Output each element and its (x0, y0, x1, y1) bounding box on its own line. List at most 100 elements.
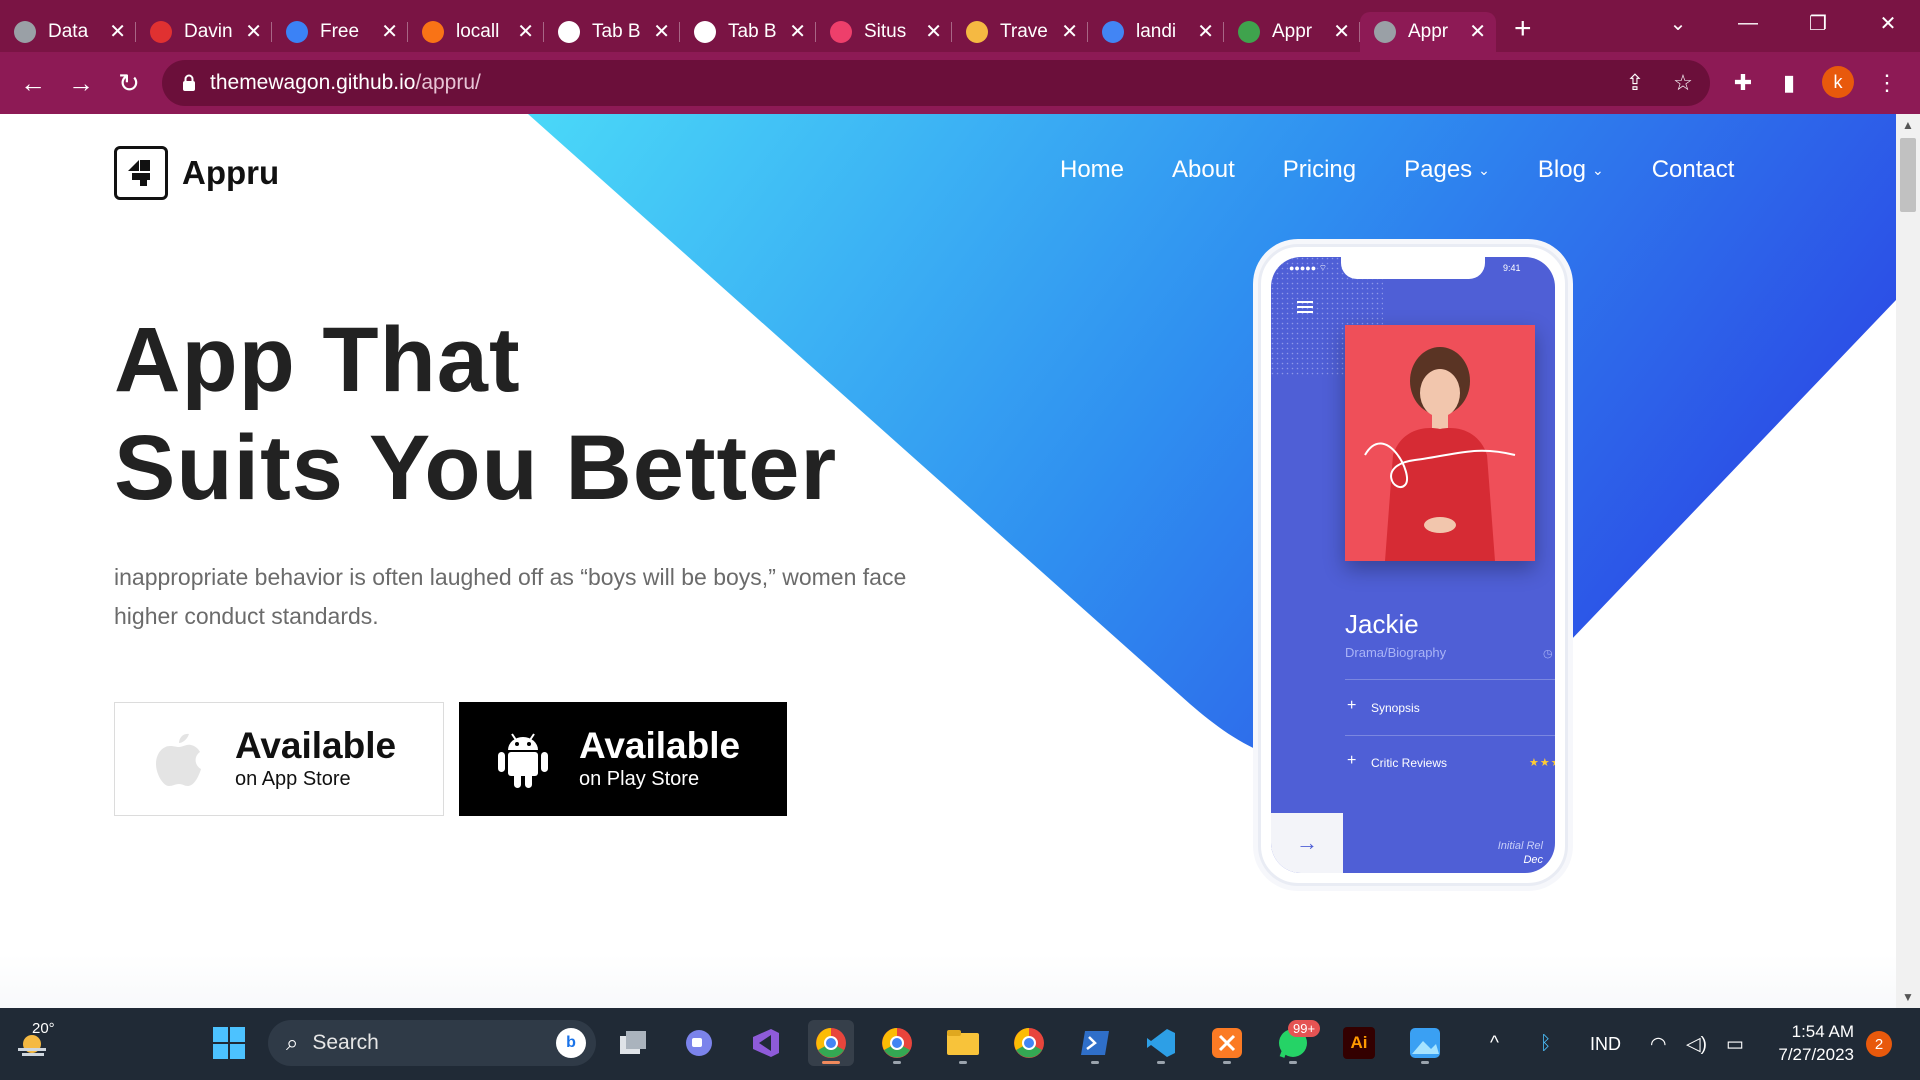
share-icon[interactable]: ⇪ (1618, 66, 1652, 100)
menu-icon[interactable]: ⋮ (1870, 66, 1904, 100)
release-value: Dec (1523, 854, 1543, 866)
clock-time: 1:54 AM (1791, 1022, 1854, 1041)
tray-overflow-icon[interactable]: ^ (1490, 1008, 1499, 1080)
minimize-icon[interactable]: — (1718, 0, 1778, 46)
new-tab-button[interactable]: + (1514, 12, 1532, 46)
wifi-icon[interactable]: ◠ (1650, 1008, 1667, 1080)
headline-line-1: App That (114, 309, 521, 411)
tab-title: Appr (1272, 21, 1313, 42)
nav-about[interactable]: About (1172, 156, 1235, 184)
tab-close-icon[interactable]: ✕ (109, 22, 126, 42)
tab-close-icon[interactable]: ✕ (245, 22, 262, 42)
illustrator-icon[interactable]: Ai (1336, 1020, 1382, 1066)
tab-title: Situs (864, 21, 907, 42)
browser-tab[interactable]: Free ✕ (272, 12, 408, 52)
address-bar[interactable]: themewagon.github.io/appru/ (162, 60, 1710, 106)
scroll-down-icon[interactable]: ▼ (1902, 990, 1914, 1004)
clock[interactable]: 1:54 AM 7/27/2023 (1768, 1020, 1854, 1066)
nav-home[interactable]: Home (1060, 156, 1124, 184)
tab-close-icon[interactable]: ✕ (1333, 22, 1350, 42)
side-panel-icon[interactable]: ▮ (1772, 66, 1806, 100)
tab-title: Trave (1000, 21, 1048, 42)
nav-pricing[interactable]: Pricing (1283, 156, 1356, 184)
extensions-icon[interactable]: ✚ (1726, 66, 1760, 100)
browser-tab[interactable]: Davin ✕ (136, 12, 272, 52)
browser-tab[interactable]: Appr ✕ (1360, 12, 1496, 52)
chrome-icon[interactable] (1006, 1020, 1052, 1066)
nav-blog[interactable]: Blog ⌄ (1538, 156, 1604, 184)
browser-tab[interactable]: landi ✕ (1088, 12, 1224, 52)
chrome-profile-K-icon[interactable] (874, 1020, 920, 1066)
nav-label: Pricing (1282, 156, 1357, 183)
battery-icon[interactable]: ▭ (1726, 1008, 1744, 1080)
back-icon[interactable]: ← (14, 64, 52, 102)
notification-badge[interactable]: 2 (1866, 1031, 1892, 1057)
reload-icon[interactable]: ↻ (110, 64, 148, 102)
app-store-button[interactable]: Available on App Store (114, 702, 444, 816)
language-indicator[interactable]: IND (1590, 1008, 1621, 1080)
browser-tab[interactable]: Appr ✕ (1224, 12, 1360, 52)
main-nav: Home About Pricing Pages ⌄ Blog ⌄ Contact (1060, 156, 1782, 184)
forward-icon[interactable]: → (62, 64, 100, 102)
bluetooth-icon[interactable]: ᛒ (1540, 1008, 1551, 1080)
davinci-icon (150, 21, 172, 43)
task-view-icon[interactable] (610, 1020, 656, 1066)
vscode-icon[interactable] (1138, 1020, 1184, 1066)
browser-tab[interactable]: Situs ✕ (816, 12, 952, 52)
xampp-icon[interactable] (1204, 1020, 1250, 1066)
file-explorer-icon[interactable] (940, 1020, 986, 1066)
nav-label: Pages (1404, 156, 1473, 183)
close-window-icon[interactable]: ✕ (1858, 0, 1918, 46)
globe-icon (14, 21, 36, 43)
browser-tab[interactable]: Trave ✕ (952, 12, 1088, 52)
tab-search-icon[interactable]: ⌄ (1648, 0, 1708, 46)
android-icon (493, 729, 553, 789)
scrollbar-thumb[interactable] (1900, 138, 1916, 212)
tab-title: locall (456, 21, 500, 42)
clock-date: 7/27/2023 (1778, 1045, 1854, 1064)
browser-tab[interactable]: Tab B ✕ (544, 12, 680, 52)
movie-genre: Drama/Biography (1345, 645, 1447, 660)
tab-close-icon[interactable]: ✕ (1469, 22, 1486, 42)
page-scrollbar[interactable]: ▲ ▼ (1896, 114, 1920, 1008)
active-indicator (822, 1061, 840, 1064)
taskbar-search[interactable]: ⌕ Search b (268, 1020, 596, 1066)
profile-avatar[interactable]: k (1822, 66, 1854, 98)
tab-close-icon[interactable]: ✕ (653, 22, 670, 42)
browser-tab[interactable]: Tab B ✕ (680, 12, 816, 52)
running-indicator (1421, 1061, 1429, 1064)
windows-start-icon[interactable] (206, 1020, 252, 1066)
critic-reviews-row: Critic Reviews (1371, 756, 1448, 770)
tab-close-icon[interactable]: ✕ (1197, 22, 1214, 42)
scroll-up-icon[interactable]: ▲ (1902, 118, 1914, 132)
browser-tab[interactable]: Data ✕ (0, 12, 136, 52)
tab-strip: Data ✕ Davin ✕ Free ✕ locall ✕ Tab B ✕ Tab B ✕ Situs… (0, 0, 1920, 52)
url-path: /appru/ (415, 71, 481, 94)
visual-studio-icon[interactable] (742, 1020, 788, 1066)
tab-title: Appr (1408, 21, 1449, 42)
teams-chat-icon[interactable] (676, 1020, 722, 1066)
tab-close-icon[interactable]: ✕ (789, 22, 806, 42)
play-store-button[interactable]: Available on Play Store (459, 702, 787, 816)
toolbar: ← → ↻ themewagon.github.io/appru/ ⇪ ☆ ✚ … (0, 52, 1920, 114)
photos-icon[interactable] (1402, 1020, 1448, 1066)
tab-close-icon[interactable]: ✕ (381, 22, 398, 42)
tab-close-icon[interactable]: ✕ (925, 22, 942, 42)
nav-contact[interactable]: Contact (1652, 156, 1735, 184)
chrome-profile-k-icon[interactable] (808, 1020, 854, 1066)
powershell-icon[interactable] (1072, 1020, 1118, 1066)
volume-icon[interactable]: ◁) (1686, 1008, 1707, 1080)
taskbar: 20° ⌕ Search b 99+ Ai ^ ᛒ IND ◠ ◁) ▭ 1:5… (0, 1008, 1920, 1080)
bookmark-star-icon[interactable]: ☆ (1666, 66, 1700, 100)
tab-close-icon[interactable]: ✕ (517, 22, 534, 42)
site-logo[interactable]: Appru (114, 146, 279, 200)
release-label: Initial Rel (1497, 840, 1543, 852)
weather-temp: 20° (32, 1020, 55, 1037)
running-indicator (1091, 1061, 1099, 1064)
tab-close-icon[interactable]: ✕ (1061, 22, 1078, 42)
restore-icon[interactable]: ❐ (1788, 0, 1848, 46)
bing-icon[interactable]: b (556, 1028, 586, 1058)
nav-pages[interactable]: Pages ⌄ (1404, 156, 1490, 184)
browser-tab[interactable]: locall ✕ (408, 12, 544, 52)
apple-icon (149, 729, 209, 789)
